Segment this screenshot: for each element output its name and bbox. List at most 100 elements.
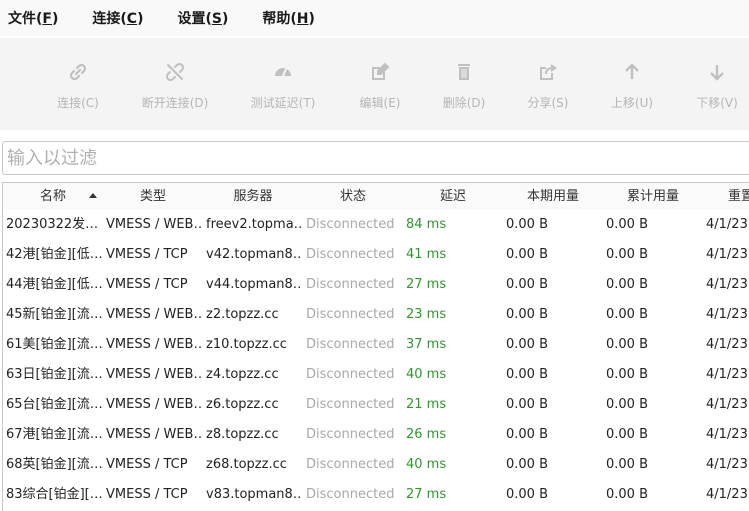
table-row[interactable]: 63日[铂金][流… VMESS / WEB… z4.topzz.cc Disconn… (3, 360, 749, 390)
cell-server: z10.topzz.cc (206, 337, 287, 352)
column-header-total-usage[interactable]: 累计用量 (603, 183, 703, 210)
column-header-reset[interactable]: 重置 (703, 183, 749, 210)
table-row[interactable]: 65台[铂金][流… VMESS / WEB… z6.topzz.cc Disconn… (3, 390, 749, 420)
server-table: 名称 类型 服务器 状态 延迟 本期用量 累计用量 重置 20230322发… V… (2, 182, 749, 511)
cell-status: Disconnected (306, 397, 395, 412)
column-header-name[interactable]: 名称 (3, 183, 103, 210)
arrow-up-icon (587, 62, 677, 84)
cell-status: Disconnected (306, 217, 395, 232)
cell-latency: 37 ms (406, 337, 447, 352)
cell-reset: 4/1/23 (706, 337, 748, 352)
cell-name: 83综合[铂金][… (6, 487, 102, 502)
cell-status: Disconnected (306, 247, 395, 262)
arrow-down-icon (672, 62, 749, 84)
menu-settings[interactable]: 设置(S) (169, 8, 228, 28)
cell-server: z4.topzz.cc (206, 367, 279, 382)
cell-total-usage: 0.00 B (606, 217, 648, 232)
cell-type: VMESS / TCP (106, 487, 188, 502)
table-row[interactable]: 83综合[铂金][… VMESS / TCP v83.topman8… Disconn… (3, 480, 749, 510)
cell-status: Disconnected (306, 307, 395, 322)
share-button[interactable]: 分享(S) (503, 62, 593, 111)
delete-button[interactable]: 删除(D) (419, 62, 509, 111)
cell-name: 44港[铂金][低… (6, 277, 102, 292)
table-row[interactable]: 42港[铂金][低… VMESS / TCP v42.topman8… Disconn… (3, 240, 749, 270)
disconnect-button[interactable]: 断开连接(D) (130, 62, 220, 111)
cell-reset: 4/1/23 (706, 247, 748, 262)
share-icon (503, 62, 593, 84)
cell-server: z8.topzz.cc (206, 427, 279, 442)
cell-total-usage: 0.00 B (606, 337, 648, 352)
speedometer-icon (238, 62, 328, 84)
cell-current-usage: 0.00 B (506, 397, 548, 412)
filter-box (2, 141, 749, 175)
cell-status: Disconnected (306, 457, 395, 472)
column-header-type[interactable]: 类型 (103, 183, 203, 210)
table-header: 名称 类型 服务器 状态 延迟 本期用量 累计用量 重置 (3, 183, 749, 210)
cell-latency: 26 ms (406, 427, 447, 442)
cell-name: 42港[铂金][低… (6, 247, 102, 262)
table-row[interactable]: 45新[铂金][流… VMESS / WEB… z2.topzz.cc Disconn… (3, 300, 749, 330)
cell-reset: 4/1/23 (706, 217, 748, 232)
cell-latency: 84 ms (406, 217, 447, 232)
edit-button[interactable]: 编辑(E) (335, 62, 425, 111)
cell-current-usage: 0.00 B (506, 337, 548, 352)
cell-name: 65台[铂金][流… (6, 397, 102, 412)
column-header-server[interactable]: 服务器 (203, 183, 303, 210)
menu-connection[interactable]: 连接(C) (84, 8, 143, 28)
table-row[interactable]: 20230322发… VMESS / WEB… freev2.topma… Disco… (3, 210, 749, 240)
cell-latency: 27 ms (406, 487, 447, 502)
cell-name: 45新[铂金][流… (6, 307, 102, 322)
cell-server: z6.topzz.cc (206, 397, 279, 412)
cell-reset: 4/1/23 (706, 367, 748, 382)
cell-status: Disconnected (306, 427, 395, 442)
cell-status: Disconnected (306, 337, 395, 352)
cell-type: VMESS / WEB… (106, 367, 202, 382)
cell-type: VMESS / TCP (106, 457, 188, 472)
table-row[interactable]: 44港[铂金][低… VMESS / TCP v44.topman8… Disconn… (3, 270, 749, 300)
cell-name: 68英[铂金][流… (6, 457, 102, 472)
cell-server: v83.topman8… (206, 487, 302, 502)
cell-total-usage: 0.00 B (606, 307, 648, 322)
table-row[interactable]: 68英[铂金][流… VMESS / TCP z68.topzz.cc Disconn… (3, 450, 749, 480)
cell-reset: 4/1/23 (706, 277, 748, 292)
test-latency-button[interactable]: 测试延迟(T) (238, 62, 328, 111)
column-header-status[interactable]: 状态 (303, 183, 403, 210)
cell-total-usage: 0.00 B (606, 367, 648, 382)
cell-current-usage: 0.00 B (506, 247, 548, 262)
connect-button[interactable]: 连接(C) (33, 62, 123, 111)
table-row[interactable]: 61美[铂金][流… VMESS / WEB… z10.topzz.cc Discon… (3, 330, 749, 360)
cell-reset: 4/1/23 (706, 397, 748, 412)
cell-name: 67港[铂金][流… (6, 427, 102, 442)
menu-help[interactable]: 帮助(H) (254, 8, 315, 28)
column-header-current-usage[interactable]: 本期用量 (503, 183, 603, 210)
cell-latency: 27 ms (406, 277, 447, 292)
link-icon (33, 62, 123, 84)
filter-input[interactable] (3, 142, 749, 174)
cell-total-usage: 0.00 B (606, 277, 648, 292)
cell-total-usage: 0.00 B (606, 457, 648, 472)
cell-total-usage: 0.00 B (606, 427, 648, 442)
cell-current-usage: 0.00 B (506, 367, 548, 382)
cell-total-usage: 0.00 B (606, 487, 648, 502)
cell-type: VMESS / TCP (106, 277, 188, 292)
move-down-button[interactable]: 下移(V) (672, 62, 749, 111)
cell-current-usage: 0.00 B (506, 457, 548, 472)
table-row[interactable]: 67港[铂金][流… VMESS / WEB… z8.topzz.cc Disconn… (3, 420, 749, 450)
cell-latency: 40 ms (406, 367, 447, 382)
cell-type: VMESS / WEB… (106, 337, 202, 352)
cell-reset: 4/1/23 (706, 487, 748, 502)
cell-current-usage: 0.00 B (506, 307, 548, 322)
cell-latency: 21 ms (406, 397, 447, 412)
cell-reset: 4/1/23 (706, 307, 748, 322)
edit-icon (335, 62, 425, 84)
cell-server: v44.topman8… (206, 277, 302, 292)
cell-type: VMESS / TCP (106, 247, 188, 262)
cell-status: Disconnected (306, 487, 395, 502)
unlink-icon (130, 62, 220, 84)
move-up-button[interactable]: 上移(U) (587, 62, 677, 111)
cell-total-usage: 0.00 B (606, 397, 648, 412)
cell-server: z2.topzz.cc (206, 307, 279, 322)
cell-latency: 41 ms (406, 247, 447, 262)
column-header-latency[interactable]: 延迟 (403, 183, 503, 210)
menu-file[interactable]: 文件(F) (0, 8, 58, 28)
